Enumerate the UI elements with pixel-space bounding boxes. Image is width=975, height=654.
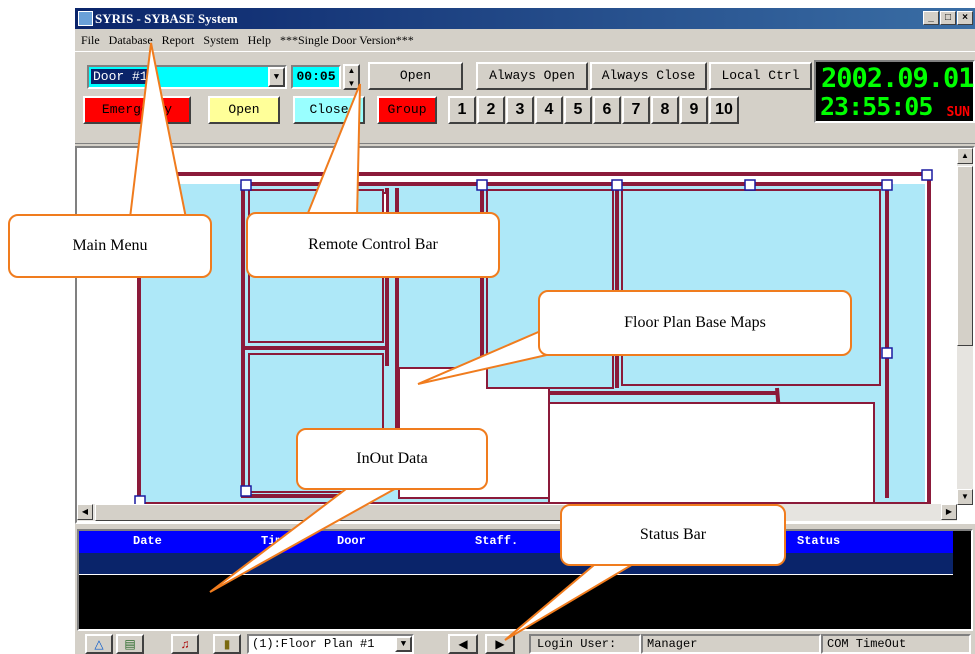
maximize-button[interactable]: □ [940,11,956,25]
menu-database[interactable]: Database [109,33,153,48]
close-button[interactable]: × [957,11,973,25]
table-header: Date Time Door Staff. Status [79,531,953,553]
time-input[interactable]: 00:05 [291,65,341,89]
scroll-down-icon[interactable]: ▼ [957,489,973,505]
door-number-9[interactable]: 9 [680,96,708,124]
floor-plan-select-value: (1):Floor Plan #1 [252,637,375,651]
col-date: Date [133,534,162,548]
menu-report[interactable]: Report [162,33,195,48]
door-number-2[interactable]: 2 [477,96,505,124]
window-title: SYRIS - SYBASE System [95,11,238,26]
spin-down-icon[interactable]: ▼ [345,79,358,92]
door-number-10[interactable]: 10 [709,96,739,124]
col-status: Status [797,534,841,548]
door-open-button[interactable]: Open [208,96,280,124]
clock-weekday: SUN [946,105,970,120]
open-button[interactable]: Open [368,62,463,90]
door-number-5[interactable]: 5 [564,96,592,124]
inout-data-table[interactable]: Date Time Door Staff. Status [77,529,973,631]
app-icon [78,11,93,26]
menu-help[interactable]: Help [248,33,271,48]
com-status: COM TimeOut [821,634,971,654]
scroll-up-icon[interactable]: ▲ [957,148,973,164]
menu-system[interactable]: System [203,33,238,48]
callout-main-menu: Main Menu [8,214,212,278]
callout-inout-data: InOut Data [296,428,488,490]
door-icon[interactable]: ▮ [213,634,241,654]
scroll-left-icon[interactable]: ◀ [77,504,93,520]
local-ctrl-button[interactable]: Local Ctrl [709,62,812,90]
right-arrow-icon[interactable]: ▶ [485,634,515,654]
door-number-4[interactable]: 4 [535,96,563,124]
door-number-3[interactable]: 3 [506,96,534,124]
door-number-8[interactable]: 8 [651,96,679,124]
login-user: Manager [641,634,821,654]
up-triangle-icon[interactable]: △ [85,634,113,654]
vertical-scroll-thumb[interactable] [957,166,973,346]
group-button[interactable]: Group [377,96,437,124]
callout-floor-plan: Floor Plan Base Maps [538,290,852,356]
door-close-button[interactable]: Close [293,96,365,124]
col-door: Door [337,534,366,548]
chevron-down-icon[interactable]: ▼ [268,67,285,87]
map-horizontal-scrollbar[interactable]: ◀ ▶ [77,504,957,521]
minimize-button[interactable]: _ [923,11,939,25]
always-close-button[interactable]: Always Close [590,62,707,90]
chevron-down-icon[interactable]: ▼ [395,636,412,652]
map-vertical-scrollbar[interactable]: ▲ ▼ [957,148,973,505]
col-time: Time [261,534,290,548]
version-note: ***Single Door Version*** [280,32,414,47]
door-number-6[interactable]: 6 [593,96,621,124]
menu-file[interactable]: File [81,33,100,48]
callout-remote-control-bar: Remote Control Bar [246,212,500,278]
bell-icon[interactable]: ♫ [171,634,199,654]
clock-date: 2002.09.01 [821,63,975,94]
left-arrow-icon[interactable]: ◀ [448,634,478,654]
main-menu: File Database Report System Help ***Sing… [75,29,975,51]
callout-status-bar: Status Bar [560,504,786,566]
time-spinner[interactable]: ▲ ▼ [343,64,360,90]
clock-time: 23:55:05 [820,92,933,121]
title-bar: SYRIS - SYBASE System _ □ × [75,8,975,29]
always-open-button[interactable]: Always Open [476,62,588,90]
spin-up-icon[interactable]: ▲ [345,66,358,79]
table-row[interactable] [79,553,953,575]
status-bar: △ ▤ ♫ ▮ (1):Floor Plan #1 ▼ ◀ ▶ Login Us… [75,632,975,654]
phone-icon[interactable]: ▤ [116,634,144,654]
door-number-1[interactable]: 1 [448,96,476,124]
login-label: Login User: [529,634,641,654]
scroll-right-icon[interactable]: ▶ [941,504,957,520]
floor-plan-select[interactable]: (1):Floor Plan #1 ▼ [247,634,414,654]
emergency-button[interactable]: Emergency [83,96,191,124]
door-number-7[interactable]: 7 [622,96,650,124]
door-select[interactable]: Door #1 ▼ [87,65,287,89]
col-staff: Staff. [475,534,519,548]
horizontal-scroll-thumb[interactable] [95,504,615,521]
clock-display: 2002.09.01 23:55:05 SUN [814,60,975,123]
